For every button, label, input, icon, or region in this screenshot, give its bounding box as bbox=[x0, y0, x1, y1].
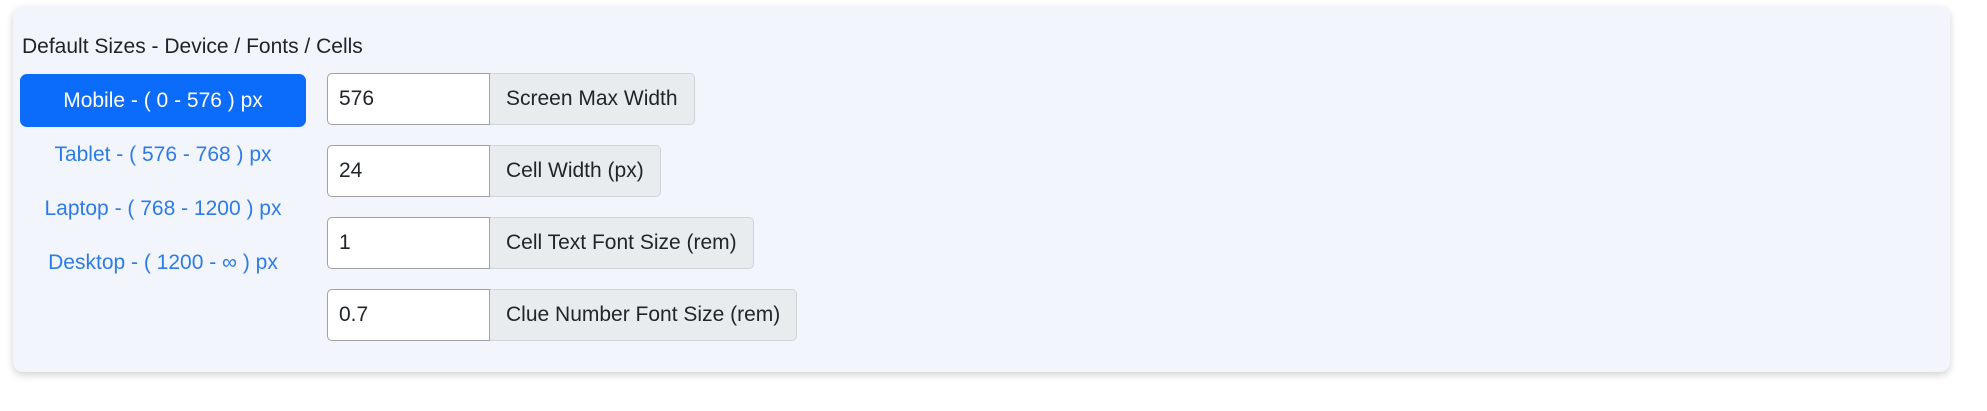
clue-number-font-size-label: Clue Number Font Size (rem) bbox=[490, 289, 798, 341]
screen-max-width-label: Screen Max Width bbox=[490, 73, 695, 125]
screen-max-width-input[interactable] bbox=[327, 73, 490, 125]
cell-text-font-size-label: Cell Text Font Size (rem) bbox=[490, 217, 754, 269]
size-fields: Screen Max Width Cell Width (px) Cell Te… bbox=[327, 73, 798, 361]
cell-text-font-size-input[interactable] bbox=[327, 217, 490, 269]
cell-width-input[interactable] bbox=[327, 145, 490, 197]
cell-width-label: Cell Width (px) bbox=[490, 145, 661, 197]
tab-desktop[interactable]: Desktop - ( 1200 - ∞ ) px bbox=[20, 236, 306, 289]
clue-number-font-size-input[interactable] bbox=[327, 289, 490, 341]
tab-laptop[interactable]: Laptop - ( 768 - 1200 ) px bbox=[20, 182, 306, 235]
tab-mobile[interactable]: Mobile - ( 0 - 576 ) px bbox=[20, 74, 306, 127]
cell-width-group: Cell Width (px) bbox=[327, 145, 797, 197]
clue-number-font-size-group: Clue Number Font Size (rem) bbox=[327, 289, 798, 341]
section-title: Default Sizes - Device / Fonts / Cells bbox=[22, 35, 363, 58]
tab-tablet[interactable]: Tablet - ( 576 - 768 ) px bbox=[20, 128, 306, 181]
device-tabs: Mobile - ( 0 - 576 ) px Tablet - ( 576 -… bbox=[20, 74, 306, 290]
screen-max-width-group: Screen Max Width bbox=[327, 73, 797, 125]
cell-text-font-size-group: Cell Text Font Size (rem) bbox=[327, 217, 797, 269]
